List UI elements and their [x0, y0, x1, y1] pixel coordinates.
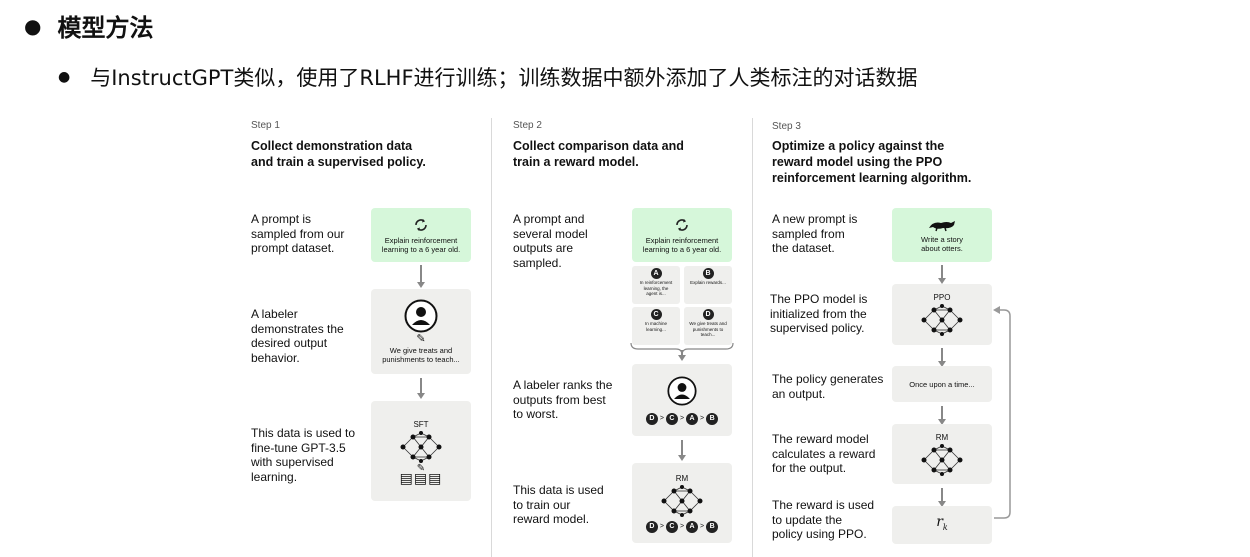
step2-label: Step 2 — [513, 120, 542, 131]
step3-desc-generate: The policy generates an output. — [772, 372, 884, 401]
step3-label: Step 3 — [772, 121, 801, 132]
step1-desc-finetune: This data is used to fine-tune GPT-3.5 w… — [251, 426, 356, 484]
output-c-text: In machine learning... — [644, 321, 667, 332]
step3-title: Optimize a policy against the reward mod… — [772, 139, 972, 185]
step3-desc-prompt: A new prompt is sampled from the dataset… — [772, 212, 858, 255]
step1-label: Step 1 — [251, 120, 280, 131]
step3-output-text: Once upon a time... — [909, 379, 975, 389]
step1-sft-card: SFT ✎ ▤▤▤ — [371, 401, 471, 501]
arrow-icon — [417, 265, 425, 288]
step2-title: Collect comparison data and train a rewa… — [513, 139, 684, 169]
step1-prompt-text: Explain reinforcement learning to a 6 ye… — [381, 235, 461, 254]
arrow-icon — [938, 488, 946, 507]
neural-network-icon — [921, 304, 963, 336]
rank-4: B — [706, 412, 719, 425]
step2-panel: Step 2 Collect comparison data and train… — [502, 118, 762, 557]
step1-panel: Step 1 Collect demonstration data and tr… — [240, 118, 500, 557]
slide-subheading: ● 与InstructGPT类似，使用了RLHF进行训练；训练数据中额外添加了人… — [58, 62, 918, 92]
reward-r: r — [936, 514, 943, 531]
divider — [752, 118, 753, 557]
step1-labeler-text: We give treats and punishments to teach.… — [382, 346, 460, 364]
step3-panel: Step 3 Optimize a policy against the rew… — [762, 118, 1022, 557]
arrow-icon — [938, 406, 946, 425]
slide-heading: ● 模型方法 — [24, 8, 153, 43]
step2-prompt-text: Explain reinforcement learning to a 6 ye… — [642, 235, 722, 254]
reward-symbol: rk — [936, 515, 948, 532]
recycle-icon — [676, 218, 688, 231]
sft-label: SFT — [413, 419, 429, 429]
rank-1: D — [645, 412, 658, 425]
otter-icon — [929, 220, 955, 231]
feedback-loop-arrow — [993, 306, 1011, 519]
output-a-text: In reinforcement learning, the agent is.… — [639, 280, 673, 296]
step3-ppo-card: PPO — [892, 284, 992, 345]
rank-4: B — [706, 520, 719, 533]
pencil-icon: ✎ — [416, 333, 426, 345]
arrow-icon — [678, 350, 686, 361]
rank-1: D — [645, 520, 658, 533]
badge-a: A — [650, 268, 662, 279]
step1-labeler-card: ✎ We give treats and punishments to teac… — [371, 289, 471, 374]
step2-prompt-card: Explain reinforcement learning to a 6 ye… — [632, 208, 732, 262]
step3-rm-card: RM — [892, 424, 992, 484]
arrow-icon — [417, 378, 425, 399]
output-card-b: B Explain rewards... — [684, 266, 732, 304]
neural-network-icon — [400, 430, 442, 463]
step3-desc-ppo: The PPO model is initialized from the su… — [770, 292, 868, 335]
badge-b: B — [702, 268, 714, 279]
step2-rank-card: D > C > A > B — [632, 364, 732, 436]
badge-d: D — [702, 309, 714, 320]
rank-2: C — [665, 520, 678, 533]
step2-desc-sampled: A prompt and several model outputs are s… — [513, 212, 588, 270]
arrow-icon — [938, 348, 946, 367]
step3-reward-card: rk — [892, 506, 992, 544]
step1-prompt-card: Explain reinforcement learning to a 6 ye… — [371, 208, 471, 262]
output-d-text: We give treats and punishments to teach.… — [689, 321, 727, 337]
ppo-label: PPO — [933, 293, 951, 302]
bullet-icon: ● — [24, 13, 42, 38]
badge-c: C — [650, 309, 662, 320]
rm-label: RM — [675, 473, 689, 483]
neural-network-icon — [921, 443, 963, 476]
step3-output-card: Once upon a time... — [892, 366, 992, 402]
step3-prompt-card: Write a story about otters. — [892, 208, 992, 262]
divider — [491, 118, 492, 557]
step2-desc-train: This data is used to train our reward mo… — [513, 483, 604, 526]
output-card-d: D We give treats and punishments to teach… — [684, 307, 732, 345]
heading-text: 模型方法 — [57, 14, 154, 42]
rank-3: A — [686, 520, 699, 533]
reward-k: k — [942, 522, 948, 532]
output-b-text: Explain rewards... — [690, 280, 726, 285]
step3-prompt-text: Write a story about otters. — [921, 234, 963, 253]
subheading-text: 与InstructGPT类似，使用了RLHF进行训练；训练数据中额外添加了人类标… — [90, 66, 918, 90]
neural-network-icon — [661, 484, 703, 517]
rm-label: RM — [935, 432, 949, 442]
step3-desc-update: The reward is used to update the policy … — [772, 498, 875, 541]
person-icon — [667, 375, 697, 406]
output-card-a: A In reinforcement learning, the agent is… — [632, 266, 680, 304]
step1-title: Collect demonstration data and train a s… — [251, 139, 426, 169]
ranking-row: D > C > A > B — [645, 412, 719, 425]
step2-rm-card: RM D > C > A > B — [632, 463, 732, 543]
arrow-icon — [938, 265, 946, 284]
rank-2: C — [665, 412, 678, 425]
arrow-icon — [678, 440, 686, 461]
documents-icon: ▤▤▤ — [399, 469, 443, 486]
step1-desc-prompt: A prompt is sampled from our prompt data… — [251, 212, 345, 255]
recycle-icon — [415, 218, 427, 231]
step2-desc-rank: A labeler ranks the outputs from best to… — [513, 378, 613, 421]
bullet-icon: ● — [58, 69, 71, 85]
output-card-c: C In machine learning... — [632, 307, 680, 345]
step1-desc-labeler: A labeler demonstrates the desired outpu… — [251, 307, 344, 365]
person-icon — [404, 299, 438, 333]
rank-3: A — [686, 412, 699, 425]
step3-desc-reward: The reward model calculates a reward for… — [772, 432, 876, 475]
ranking-row: D > C > A > B — [645, 520, 719, 533]
